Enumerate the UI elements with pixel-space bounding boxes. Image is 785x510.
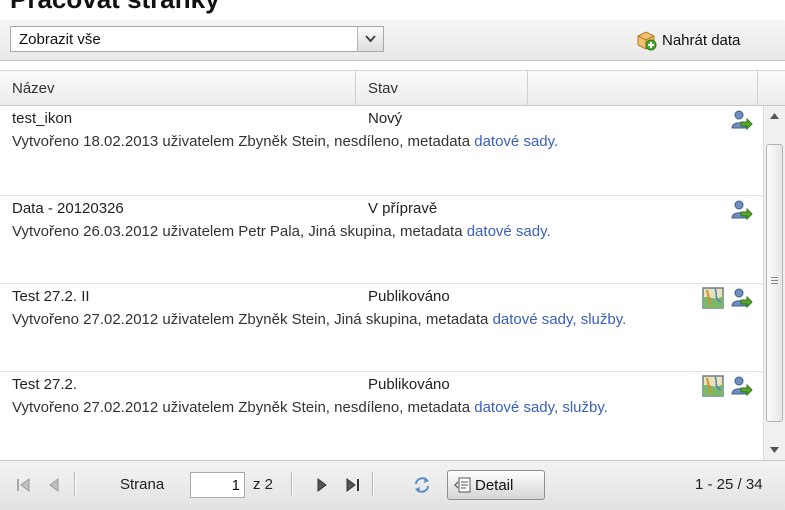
grid-header: Název Stav (0, 70, 785, 106)
first-page-icon[interactable] (14, 475, 34, 495)
record-range: 1 - 25 / 34 (695, 476, 763, 493)
table-row[interactable]: Data - 20120326 V přípravě Vytvořeno 26.… (0, 196, 763, 284)
grid-body: test_ikon Nový Vytvořeno 18.02.2013 uživ… (0, 106, 763, 460)
row-icons (729, 108, 753, 132)
filter-select[interactable]: Zobrazit vše (10, 26, 384, 52)
scroll-up-arrow-icon[interactable] (764, 106, 785, 126)
row-icons (701, 286, 753, 310)
row-name: Data - 20120326 (12, 200, 124, 217)
refresh-icon[interactable] (412, 475, 432, 495)
row-description: Vytvořeno 18.02.2013 uživatelem Zbyněk S… (12, 132, 744, 152)
row-description-text: Vytvořeno 27.02.2012 uživatelem Zbyněk S… (12, 311, 493, 328)
vertical-scrollbar[interactable] (763, 106, 785, 460)
grip-icon (771, 277, 778, 286)
column-header-status[interactable]: Stav (356, 71, 528, 106)
next-page-icon[interactable] (312, 475, 332, 495)
page-label: Strana (120, 476, 165, 493)
share-icon[interactable] (729, 374, 753, 398)
row-description: Vytvořeno 26.03.2012 uživatelem Petr Pal… (12, 222, 744, 242)
table-row[interactable]: Test 27.2. II Publikováno Vytvořeno 27.0… (0, 284, 763, 372)
upload-data-label: Nahrát data (662, 31, 741, 49)
toolbar: Zobrazit vše Nahrát data (0, 20, 785, 61)
page-number-input[interactable] (190, 472, 245, 498)
detail-button-label: Detail (475, 476, 514, 494)
column-header-name[interactable]: Název (0, 71, 356, 106)
detail-icon (454, 477, 471, 493)
page-title: Pracovat stránky (10, 0, 220, 15)
column-header-status-label: Stav (368, 80, 399, 97)
row-description-text: Vytvořeno 27.02.2012 uživatelem Zbyněk S… (12, 399, 475, 416)
row-name: Test 27.2. (12, 376, 78, 393)
column-header-name-label: Název (12, 80, 55, 97)
map-icon[interactable] (701, 286, 725, 310)
paging-toolbar: Strana z 2 Detail 1 - 25 / 34 (0, 460, 785, 510)
separator (74, 472, 76, 496)
row-status: Nový (368, 110, 403, 127)
row-description: Vytvořeno 27.02.2012 uživatelem Zbyněk S… (12, 310, 744, 330)
row-icons (729, 198, 753, 222)
separator (291, 472, 293, 496)
scrollbar-thumb[interactable] (766, 144, 783, 422)
share-icon[interactable] (729, 286, 753, 310)
share-icon[interactable] (729, 198, 753, 222)
package-add-icon (637, 31, 657, 51)
separator (372, 472, 374, 496)
map-icon[interactable] (701, 374, 725, 398)
row-status: V přípravě (368, 200, 438, 217)
row-description-text: Vytvořeno 26.03.2012 uživatelem Petr Pal… (12, 223, 467, 240)
metadata-link[interactable]: datové sady. (467, 223, 551, 240)
row-status: Publikováno (368, 376, 450, 393)
upload-data-button[interactable]: Nahrát data (635, 28, 740, 52)
metadata-link[interactable]: datové sady, služby. (474, 399, 608, 416)
page: Pracovat stránky Zobrazit vše Nahrát dat… (0, 0, 785, 510)
last-page-icon[interactable] (342, 475, 362, 495)
table-row[interactable]: test_ikon Nový Vytvořeno 18.02.2013 uživ… (0, 106, 763, 196)
row-description-text: Vytvořeno 18.02.2013 uživatelem Zbyněk S… (12, 133, 475, 150)
previous-page-icon[interactable] (44, 475, 64, 495)
row-status: Publikováno (368, 288, 450, 305)
row-name: test_ikon (12, 110, 73, 127)
table-row[interactable]: Test 27.2. Publikováno Vytvořeno 27.02.2… (0, 372, 763, 460)
row-description: Vytvořeno 27.02.2012 uživatelem Zbyněk S… (12, 398, 744, 418)
chevron-down-icon[interactable] (357, 27, 383, 51)
metadata-link[interactable]: datové sady, služby. (493, 311, 627, 328)
row-icons (701, 374, 753, 398)
scroll-down-arrow-icon[interactable] (764, 440, 785, 460)
column-header-actions (528, 71, 758, 106)
share-icon[interactable] (729, 108, 753, 132)
row-name: Test 27.2. II (12, 288, 90, 305)
filter-select-value: Zobrazit vše (19, 31, 101, 48)
page-count-label: z 2 (253, 476, 274, 493)
metadata-link[interactable]: datové sady. (474, 133, 558, 150)
detail-button[interactable]: Detail (447, 470, 545, 500)
